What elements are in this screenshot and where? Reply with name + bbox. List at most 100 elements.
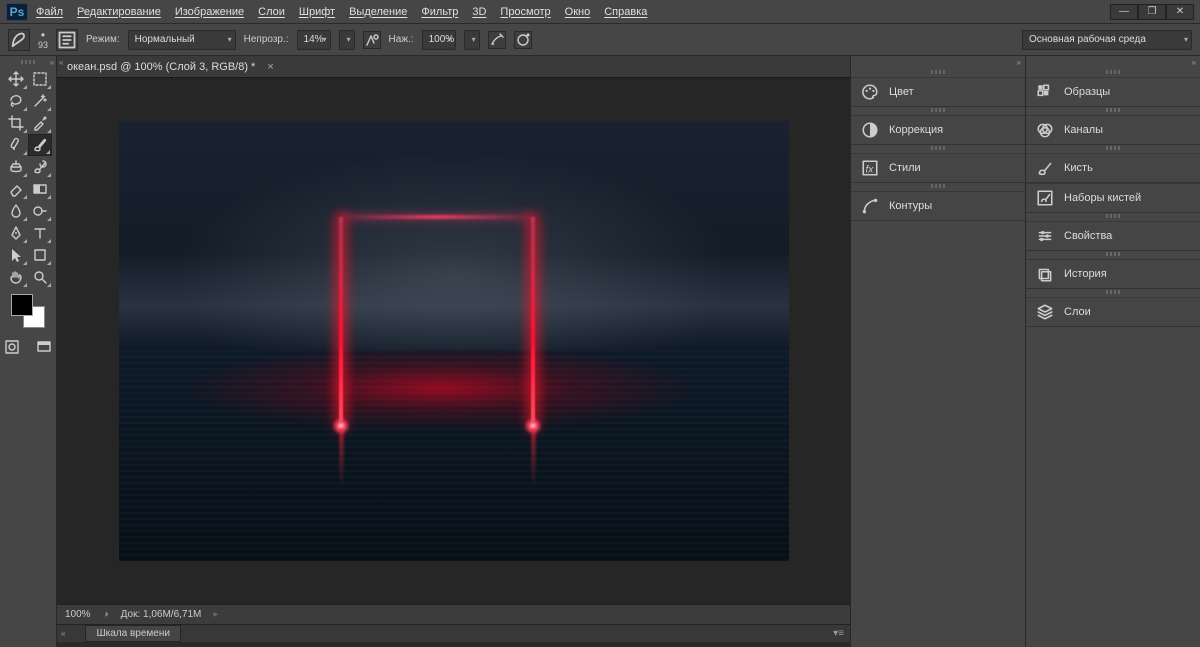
status-flyout-icon[interactable]: ▸	[213, 609, 218, 620]
flow-flyout[interactable]	[464, 30, 480, 50]
brush-panel-toggle-button[interactable]	[56, 29, 78, 51]
workspace-switcher-dropdown[interactable]: Основная рабочая среда	[1022, 30, 1192, 50]
history-icon	[1036, 266, 1054, 282]
menu-view[interactable]: Просмотр	[500, 6, 550, 18]
crop-tool[interactable]	[4, 112, 28, 134]
pen-tool[interactable]	[4, 222, 28, 244]
panel-grip[interactable]	[1026, 214, 1200, 220]
dodge-tool[interactable]	[28, 200, 52, 222]
document-tab[interactable]: океан.psd @ 100% (Слой 3, RGB/8) * ×	[57, 56, 850, 78]
panel-collapse-icon[interactable]: »	[851, 56, 1025, 69]
panel-grip[interactable]	[851, 108, 1025, 114]
menu-help[interactable]: Справка	[604, 6, 647, 18]
history-brush-tool[interactable]	[28, 156, 52, 178]
hand-tool[interactable]	[4, 266, 28, 288]
window-restore-button[interactable]: ❐	[1138, 4, 1166, 20]
canvas-portal-top	[339, 215, 534, 219]
panel-grip[interactable]	[1026, 108, 1200, 114]
eyedropper-tool[interactable]	[28, 112, 52, 134]
adjustments-icon	[861, 122, 879, 138]
options-bar: • 93 Режим: Нормальный Непрозр.: 14% Наж…	[0, 24, 1200, 56]
opacity-flyout[interactable]	[339, 30, 355, 50]
panel-styles[interactable]: fx Стили	[851, 153, 1025, 183]
panel-grip[interactable]	[1026, 252, 1200, 258]
type-tool[interactable]	[28, 222, 52, 244]
panel-grip[interactable]	[1026, 70, 1200, 76]
panel-brush[interactable]: Кисть	[1026, 153, 1200, 183]
window-minimize-button[interactable]: —	[1110, 4, 1138, 20]
canvas-viewport[interactable]	[57, 78, 850, 604]
canvas[interactable]	[119, 121, 789, 561]
panel-channels[interactable]: Каналы	[1026, 115, 1200, 145]
marquee-tool[interactable]	[28, 68, 52, 90]
menu-type[interactable]: Шрифт	[299, 6, 335, 18]
blur-tool[interactable]	[4, 200, 28, 222]
blend-mode-dropdown[interactable]: Нормальный	[128, 30, 236, 50]
opacity-value-dropdown[interactable]: 14%	[297, 30, 331, 50]
panel-history[interactable]: История	[1026, 259, 1200, 289]
menu-3d[interactable]: 3D	[472, 6, 486, 18]
panel-layers[interactable]: Слои	[1026, 297, 1200, 327]
healing-brush-tool[interactable]	[4, 134, 28, 156]
screenmode-toggle[interactable]	[32, 336, 56, 358]
path-selection-tool[interactable]	[4, 244, 28, 266]
menu-bar: Ps Файл Редактирование Изображение Слои …	[0, 0, 1200, 24]
panel-grip[interactable]	[851, 70, 1025, 76]
lasso-tool[interactable]	[4, 90, 28, 112]
menu-filter[interactable]: Фильтр	[421, 6, 458, 18]
menu-image[interactable]: Изображение	[175, 6, 244, 18]
foreground-swatch[interactable]	[11, 294, 33, 316]
brush-tool[interactable]	[28, 134, 52, 156]
gradient-tool[interactable]	[28, 178, 52, 200]
color-swatches[interactable]	[11, 294, 45, 328]
flow-label: Наж.:	[389, 34, 414, 45]
panel-grip[interactable]	[851, 146, 1025, 152]
panel-color[interactable]: Цвет	[851, 77, 1025, 107]
menu-file[interactable]: Файл	[36, 6, 63, 18]
pressure-size-toggle[interactable]	[514, 31, 532, 49]
panel-brush-presets[interactable]: Наборы кистей	[1026, 183, 1200, 213]
panel-swatches[interactable]: Образцы	[1026, 77, 1200, 107]
docarea-expand-icon[interactable]: «	[59, 58, 63, 67]
pressure-opacity-toggle[interactable]	[363, 31, 381, 49]
main-area: »	[0, 56, 1200, 647]
brush-size-picker[interactable]: • 93	[38, 30, 48, 50]
shape-tool[interactable]	[28, 244, 52, 266]
menu-select[interactable]: Выделение	[349, 6, 407, 18]
timeline-tab[interactable]: Шкала времени	[85, 625, 180, 642]
swatches-icon	[1036, 84, 1054, 100]
panel-paths[interactable]: Контуры	[851, 191, 1025, 221]
magic-wand-tool[interactable]	[28, 90, 52, 112]
timeline-menu-icon[interactable]: ▾≡	[833, 628, 844, 639]
channels-icon	[1036, 122, 1054, 138]
window-close-button[interactable]: ✕	[1166, 4, 1194, 20]
menu-layer[interactable]: Слои	[258, 6, 285, 18]
menu-window[interactable]: Окно	[565, 6, 591, 18]
panel-grip[interactable]	[851, 184, 1025, 190]
panel-column-right: » Образцы Каналы Кисть Наборы кистей	[1025, 56, 1200, 647]
clone-stamp-tool[interactable]	[4, 156, 28, 178]
current-tool-icon[interactable]	[8, 29, 30, 51]
panel-properties[interactable]: Свойства	[1026, 221, 1200, 251]
document-close-icon[interactable]: ×	[267, 61, 273, 73]
palette-icon	[861, 84, 879, 100]
move-tool[interactable]	[4, 68, 28, 90]
eraser-tool[interactable]	[4, 178, 28, 200]
zoom-tool[interactable]	[28, 266, 52, 288]
status-preview-icon[interactable]: ◑	[103, 609, 109, 620]
flow-value-dropdown[interactable]: 100%	[422, 30, 456, 50]
toolbox-grip[interactable]	[8, 60, 48, 66]
panel-grip[interactable]	[1026, 146, 1200, 152]
panel-grip[interactable]	[1026, 290, 1200, 296]
status-zoom[interactable]: 100%	[65, 609, 91, 620]
panel-collapse-icon[interactable]: »	[1026, 56, 1200, 69]
panel-label: Каналы	[1064, 124, 1103, 136]
panel-adjustments[interactable]: Коррекция	[851, 115, 1025, 145]
airbrush-toggle[interactable]	[488, 31, 506, 49]
panel-label: Слои	[1064, 306, 1091, 318]
panel-label: Коррекция	[889, 124, 943, 136]
toolbox-expand-icon[interactable]: »	[50, 58, 54, 67]
timeline-expand-icon[interactable]: «	[61, 629, 65, 638]
quickmask-toggle[interactable]	[0, 336, 24, 358]
menu-edit[interactable]: Редактирование	[77, 6, 161, 18]
